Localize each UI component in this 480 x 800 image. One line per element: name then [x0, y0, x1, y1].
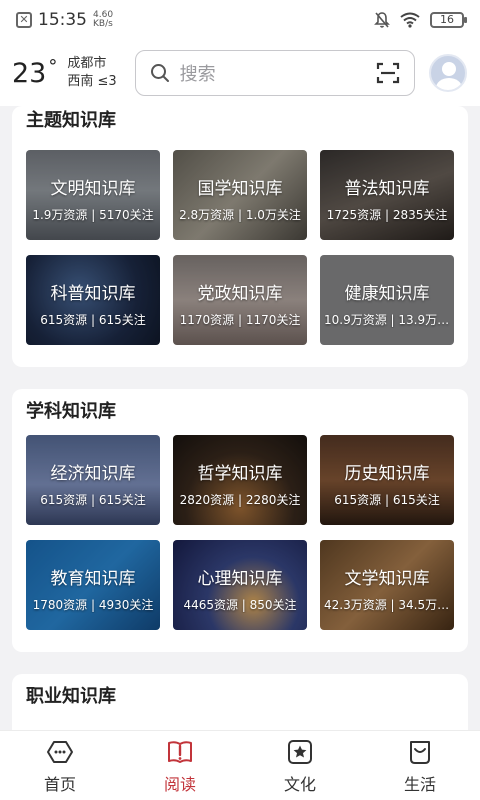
card-grid: 文明知识库 1.9万资源 | 5170关注 国学知识库 2.8万资源 | 1.0… [26, 150, 454, 345]
section-title: 主题知识库 [26, 110, 116, 131]
scan-icon[interactable] [376, 62, 400, 84]
city-label: 成都市 [67, 56, 107, 71]
card-jiankang[interactable]: 健康知识库 10.9万资源 | 13.9万关注 [320, 255, 454, 345]
card-stats: 2.8万资源 | 1.0万关注 [179, 208, 301, 222]
wifi-icon [400, 12, 420, 28]
card-title: 科普知识库 [50, 284, 136, 304]
nav-life[interactable]: 生活 [360, 731, 480, 800]
card-title: 文明知识库 [50, 179, 136, 199]
card-stats: 1780资源 | 4930关注 [32, 598, 154, 612]
wind-label: 西南 ≤3 [67, 74, 117, 89]
card-stats: 615资源 | 615关注 [40, 313, 146, 327]
bottom-nav: 首页 阅读 文化 生活 [0, 730, 480, 800]
card-grid: 经济知识库 615资源 | 615关注 哲学知识库 2820资源 | 2280关… [26, 435, 454, 630]
section-title: 学科知识库 [26, 401, 116, 422]
main-content[interactable]: 主题知识库 文明知识库 1.9万资源 | 5170关注 国学知识库 2.8万资源… [0, 106, 480, 730]
app-header: 23 ° 成都市 西南 ≤3 搜索 [0, 40, 480, 106]
card-title: 文学知识库 [344, 569, 430, 589]
card-stats: 42.3万资源 | 34.5万关注 [324, 598, 450, 612]
weather-temperature[interactable]: 23 ° [12, 55, 58, 89]
mute-bell-icon [374, 12, 390, 28]
card-jiaoyu[interactable]: 教育知识库 1780资源 | 4930关注 [26, 540, 160, 630]
nav-label: 文化 [283, 775, 316, 794]
nav-culture[interactable]: 文化 [240, 731, 360, 800]
card-title: 普法知识库 [344, 179, 430, 199]
card-stats: 10.9万资源 | 13.9万关注 [324, 313, 450, 327]
card-wenming[interactable]: 文明知识库 1.9万资源 | 5170关注 [26, 150, 160, 240]
card-kepu[interactable]: 科普知识库 615资源 | 615关注 [26, 255, 160, 345]
card-title: 健康知识库 [344, 284, 430, 304]
card-title: 哲学知识库 [197, 464, 283, 484]
section-career-knowledge: 职业知识库 [12, 674, 468, 730]
card-title: 国学知识库 [197, 179, 283, 199]
card-lishi[interactable]: 历史知识库 615资源 | 615关注 [320, 435, 454, 525]
section-theme-knowledge: 主题知识库 文明知识库 1.9万资源 | 5170关注 国学知识库 2.8万资源… [12, 106, 468, 367]
card-title: 经济知识库 [50, 464, 136, 484]
card-stats: 1.9万资源 | 5170关注 [32, 208, 154, 222]
net-speed-unit: KB/s [93, 19, 113, 29]
card-stats: 615资源 | 615关注 [334, 493, 440, 507]
temperature-unit: ° [48, 55, 58, 77]
section-subject-knowledge: 学科知识库 经济知识库 615资源 | 615关注 哲学知识库 2820资源 |… [12, 389, 468, 652]
culture-star-icon [288, 740, 312, 764]
nav-label: 首页 [43, 775, 76, 794]
card-jingji[interactable]: 经济知识库 615资源 | 615关注 [26, 435, 160, 525]
search-icon [150, 64, 169, 82]
nav-reading[interactable]: 阅读 [120, 731, 240, 800]
card-title: 党政知识库 [197, 284, 283, 304]
nav-label: 阅读 [163, 775, 196, 794]
life-bag-icon [410, 741, 430, 764]
weather-location[interactable]: 成都市 西南 ≤3 [67, 55, 116, 91]
card-title: 教育知识库 [50, 569, 136, 589]
status-right: 16 [374, 11, 467, 29]
notification-icon: ✕ [16, 12, 32, 28]
card-pufa[interactable]: 普法知识库 1725资源 | 2835关注 [320, 150, 454, 240]
section-title: 职业知识库 [26, 686, 116, 707]
card-wenxue[interactable]: 文学知识库 42.3万资源 | 34.5万关注 [320, 540, 454, 630]
home-icon [47, 741, 73, 763]
status-left: ✕ 15:35 4.60 KB/s [16, 10, 113, 30]
status-time: 15:35 [38, 10, 87, 30]
card-xinli[interactable]: 心理知识库 4465资源 | 850关注 [173, 540, 307, 630]
card-stats: 2820资源 | 2280关注 [179, 493, 301, 507]
card-stats: 615资源 | 615关注 [40, 493, 146, 507]
avatar[interactable] [428, 54, 467, 92]
search-bar[interactable]: 搜索 [134, 50, 415, 96]
nav-home[interactable]: 首页 [0, 731, 120, 800]
card-zhexue[interactable]: 哲学知识库 2820资源 | 2280关注 [173, 435, 307, 525]
battery-icon: 16 [430, 12, 467, 28]
search-placeholder: 搜索 [179, 64, 216, 85]
card-stats: 1725资源 | 2835关注 [326, 208, 448, 222]
card-guoxue[interactable]: 国学知识库 2.8万资源 | 1.0万关注 [173, 150, 307, 240]
card-dangzheng[interactable]: 党政知识库 1170资源 | 1170关注 [173, 255, 307, 345]
status-bar: ✕ 15:35 4.60 KB/s 16 [0, 0, 480, 40]
temperature-value: 23 [12, 57, 47, 89]
card-stats: 4465资源 | 850关注 [183, 598, 297, 612]
net-speed: 4.60 KB/s [93, 11, 113, 29]
card-title: 心理知识库 [197, 569, 283, 589]
card-stats: 1170资源 | 1170关注 [179, 313, 301, 327]
book-icon [168, 741, 192, 763]
card-title: 历史知识库 [344, 464, 430, 484]
nav-label: 生活 [403, 775, 436, 794]
